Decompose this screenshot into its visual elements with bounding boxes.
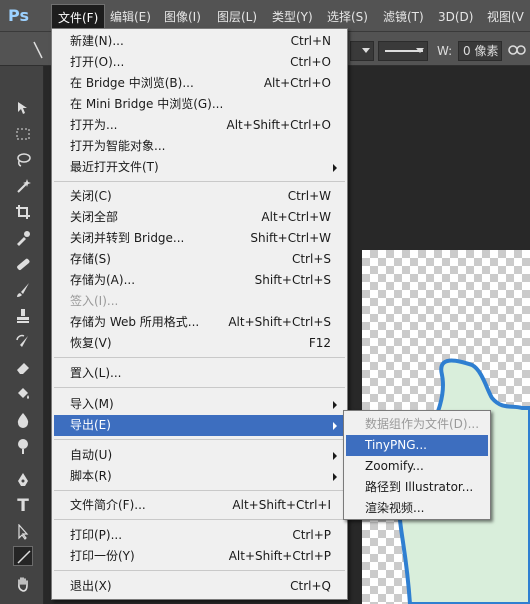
menu-item-automate[interactable]: 自动(U)	[54, 445, 345, 466]
menu-separator	[54, 387, 345, 388]
menu-item-close-and-go-to-bridge[interactable]: 关闭并转到 Bridge... Shift+Ctrl+W	[54, 228, 345, 249]
menu-select[interactable]: 选择(S)	[321, 6, 374, 28]
photoshop-window: Ps 文件(F) 编辑(E) 图像(I) 图层(L) 类型(Y) 选择(S) 滤…	[0, 0, 530, 604]
history-brush-tool-icon[interactable]	[13, 332, 33, 352]
menu-item-file-info[interactable]: 文件简介(F)... Alt+Shift+Ctrl+I	[54, 495, 345, 516]
menu-edit[interactable]: 编辑(E)	[104, 6, 157, 28]
menu-item-browse-in-bridge[interactable]: 在 Bridge 中浏览(B)... Alt+Ctrl+O	[54, 73, 345, 94]
menu-item-open-as-smart-object[interactable]: 打开为智能对象...	[54, 136, 345, 157]
tools-panel: T	[0, 66, 44, 604]
clone-stamp-tool-icon[interactable]	[13, 306, 33, 326]
submenu-item-paths-to-illustrator[interactable]: 路径到 Illustrator...	[346, 477, 488, 498]
menu-item-print-one-copy[interactable]: 打印一份(Y) Alt+Shift+Ctrl+P	[54, 546, 345, 567]
submenu-arrow-icon	[333, 452, 337, 460]
submenu-arrow-icon	[333, 164, 337, 172]
submenu-item-render-video[interactable]: 渲染视频...	[346, 498, 488, 519]
menu-item-import[interactable]: 导入(M)	[54, 394, 345, 415]
menu-item-save-as[interactable]: 存储为(A)... Shift+Ctrl+S	[54, 270, 345, 291]
marquee-tool-icon[interactable]	[13, 124, 33, 144]
menu-item-print[interactable]: 打印(P)... Ctrl+P	[54, 525, 345, 546]
menu-item-save[interactable]: 存储(S) Ctrl+S	[54, 249, 345, 270]
menu-separator	[54, 439, 345, 440]
link-icon[interactable]	[508, 44, 526, 56]
menu-item-open-as[interactable]: 打开为... Alt+Shift+Ctrl+O	[54, 115, 345, 136]
menu-item-recent-files[interactable]: 最近打开文件(T)	[54, 157, 345, 178]
menu-item-export[interactable]: 导出(E)	[54, 415, 345, 436]
hand-tool-icon[interactable]	[13, 574, 33, 594]
blur-tool-icon[interactable]	[13, 410, 33, 430]
width-label: W:	[437, 44, 453, 58]
menu-item-exit[interactable]: 退出(X) Ctrl+Q	[54, 576, 345, 597]
submenu-item-zoomify[interactable]: Zoomify...	[346, 456, 488, 477]
menu-item-place[interactable]: 置入(L)...	[54, 363, 345, 384]
menu-item-open[interactable]: 打开(O)... Ctrl+O	[54, 52, 345, 73]
menu-separator	[54, 519, 345, 520]
submenu-arrow-icon	[333, 473, 337, 481]
line-tool-preset-icon[interactable]	[6, 38, 46, 62]
path-selection-tool-icon[interactable]	[13, 522, 33, 542]
menu-separator	[54, 490, 345, 491]
submenu-item-data-sets-as-files: 数据组作为文件(D)...	[365, 417, 480, 431]
eraser-tool-icon[interactable]	[13, 358, 33, 378]
dodge-tool-icon[interactable]	[13, 436, 33, 456]
eyedropper-tool-icon[interactable]	[13, 228, 33, 248]
magic-wand-tool-icon[interactable]	[13, 176, 33, 196]
stroke-options-dropdown[interactable]	[350, 41, 374, 61]
menu-separator	[54, 357, 345, 358]
menu-layer[interactable]: 图层(L)	[211, 6, 263, 28]
menu-item-new[interactable]: 新建(N)... Ctrl+N	[54, 31, 345, 52]
menu-separator	[54, 570, 345, 571]
pen-tool-icon[interactable]	[13, 470, 33, 490]
type-tool-icon[interactable]: T	[13, 496, 33, 516]
move-tool-icon[interactable]	[13, 98, 33, 118]
menu-item-scripts[interactable]: 脚本(R)	[54, 466, 345, 487]
menu-item-close[interactable]: 关闭(C) Ctrl+W	[54, 186, 345, 207]
app-logo: Ps	[8, 6, 29, 25]
submenu-arrow-icon	[333, 422, 337, 430]
menu-separator	[54, 181, 345, 182]
stroke-type-dropdown[interactable]	[378, 41, 428, 61]
submenu-arrow-icon	[333, 401, 337, 409]
file-menu-dropdown: 新建(N)... Ctrl+N 打开(O)... Ctrl+O 在 Bridge 中…	[51, 28, 348, 600]
menu-item-revert[interactable]: 恢复(V) F12	[54, 333, 345, 354]
menu-item-close-all[interactable]: 关闭全部 Alt+Ctrl+W	[54, 207, 345, 228]
width-field[interactable]: 0 像素	[458, 41, 502, 61]
menu-image[interactable]: 图像(I)	[158, 6, 207, 28]
brush-tool-icon[interactable]	[13, 280, 33, 300]
paint-bucket-tool-icon[interactable]	[13, 384, 33, 404]
crop-tool-icon[interactable]	[13, 202, 33, 222]
menu-filter[interactable]: 滤镜(T)	[377, 6, 430, 28]
menu-3d[interactable]: 3D(D)	[432, 6, 479, 28]
submenu-item-tinypng[interactable]: TinyPNG...	[346, 435, 488, 456]
export-submenu: 数据组作为文件(D)... TinyPNG... Zoomify... 路径到 …	[343, 410, 491, 520]
menu-type[interactable]: 类型(Y)	[266, 6, 319, 28]
menu-item-save-for-web[interactable]: 存储为 Web 所用格式... Alt+Shift+Ctrl+S	[54, 312, 345, 333]
healing-brush-tool-icon[interactable]	[13, 254, 33, 274]
menu-view[interactable]: 视图(V	[481, 6, 530, 28]
menu-item-browse-in-mini-bridge[interactable]: 在 Mini Bridge 中浏览(G)...	[54, 94, 345, 115]
menu-item-check-in: 签入(I)...	[70, 294, 119, 308]
line-tool-icon[interactable]	[13, 546, 33, 566]
lasso-tool-icon[interactable]	[13, 150, 33, 170]
